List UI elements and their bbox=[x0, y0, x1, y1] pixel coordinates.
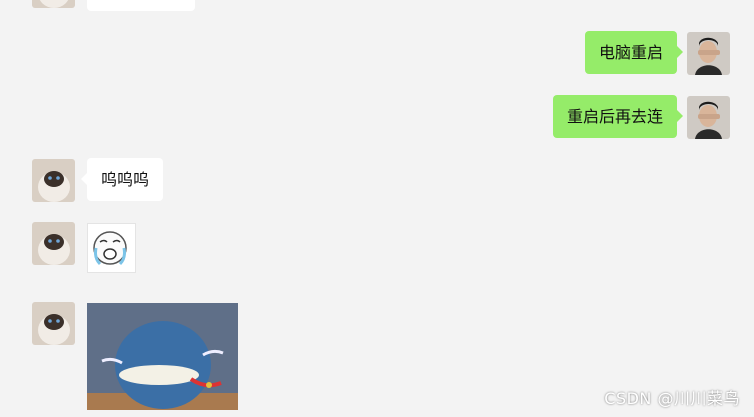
man-avatar-icon bbox=[687, 32, 730, 75]
contact-avatar[interactable] bbox=[32, 222, 75, 265]
message-text: 呜呜呜 bbox=[101, 170, 150, 189]
csdn-watermark: CSDN @川川菜鸟 bbox=[604, 389, 740, 408]
message-bubble-partial[interactable] bbox=[87, 0, 195, 11]
message-text: 重启后再去连 bbox=[566, 107, 663, 126]
message-bubble-self[interactable]: 重启后再去连 bbox=[552, 95, 684, 138]
man-avatar-icon bbox=[687, 96, 730, 139]
self-avatar[interactable] bbox=[687, 32, 730, 75]
cartoon-crying-icon bbox=[87, 303, 238, 410]
cat-avatar-icon bbox=[32, 222, 75, 265]
cat-avatar-icon bbox=[32, 0, 75, 8]
self-avatar[interactable] bbox=[687, 96, 730, 139]
cat-avatar-icon bbox=[32, 302, 75, 345]
message-bubble-self[interactable]: 电脑重启 bbox=[584, 31, 684, 74]
contact-avatar[interactable] bbox=[32, 159, 75, 202]
crying-face-sticker[interactable] bbox=[87, 223, 136, 273]
contact-avatar[interactable] bbox=[32, 302, 75, 345]
crying-face-icon bbox=[93, 231, 127, 266]
cartoon-crying-sticker[interactable] bbox=[87, 303, 238, 410]
contact-avatar[interactable] bbox=[32, 0, 75, 8]
message-bubble-other[interactable]: 呜呜呜 bbox=[80, 158, 164, 201]
message-text: 电脑重启 bbox=[598, 43, 663, 62]
cat-avatar-icon bbox=[32, 159, 75, 202]
